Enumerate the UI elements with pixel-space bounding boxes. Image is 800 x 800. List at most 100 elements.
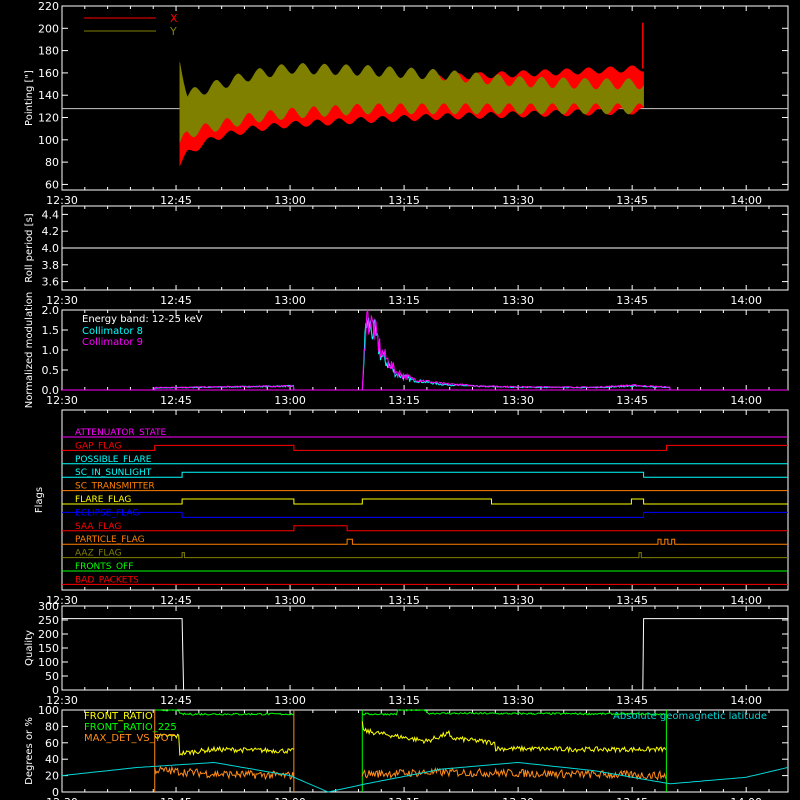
telemetry-chart-figure: 12:30 12:45 13:00 13:15 13:30 13:45 14:00 12:30… [24, 0, 789, 800]
x-tick-label: 14:00 [730, 294, 762, 307]
x-tick-label: 13:45 [616, 796, 648, 800]
y-axis-label: Roll period [s] [24, 213, 35, 282]
flag-label: BAD_PACKETS [75, 575, 139, 585]
y-tick-label: 20 [45, 770, 59, 783]
x-tick-label: 14:00 [730, 694, 762, 707]
y-tick-label: 150 [38, 642, 59, 655]
flag-trace-saa-flag [62, 525, 788, 532]
x-tick-label: 13:30 [502, 194, 534, 207]
x-tick-label: 13:15 [388, 594, 420, 607]
x-tick-label: 13:15 [388, 194, 420, 207]
y-tick-label: 60 [45, 737, 59, 750]
legend-label-front-ratio: FRONT_RATIO [84, 711, 153, 722]
energy-band-annotation: Energy band: 12-25 keV [82, 314, 203, 325]
panel-flags: 12:30 12:45 13:00 13:15 13:30 13:45 14:00 [46, 409, 789, 607]
flag-trace-aaz-flag [62, 552, 788, 559]
x-tick-label: 13:45 [616, 194, 648, 207]
y-tick-label: 100 [38, 134, 59, 147]
x-tick-label: 13:30 [502, 796, 534, 800]
y-axis-label: Pointing ["] [24, 70, 35, 126]
y-tick-label: 0 [52, 684, 59, 697]
y-tick-label: 0 [52, 786, 59, 799]
flag-label: FRONTS_OFF [75, 562, 133, 572]
y-tick-label: 120 [38, 112, 59, 125]
y-tick-label: 60 [45, 178, 59, 191]
x-tick-label: 14:00 [730, 194, 762, 207]
y-tick-label: 180 [38, 45, 59, 58]
flag-trace-particle-flag [62, 538, 788, 545]
x-tick-label: 13:45 [616, 294, 648, 307]
y-tick-label: 300 [38, 600, 59, 613]
y-axis-label: Normalized modulation [24, 292, 35, 409]
x-tick-label: 14:00 [730, 594, 762, 607]
x-tick-label: 13:00 [274, 394, 306, 407]
x-tick-label: 13:30 [502, 594, 534, 607]
y-tick-label: 250 [38, 614, 59, 627]
x-tick-label: 14:00 [730, 796, 762, 800]
y-axis-label: Flags [34, 487, 45, 513]
x-tick-label: 12:45 [160, 796, 192, 800]
panel-roll: 12:30 12:45 13:00 13:15 13:30 13:45 14:00 [46, 205, 789, 307]
y-tick-label: 1.0 [42, 344, 60, 357]
legend-label-x: X [170, 12, 178, 25]
panel-quality: 12:30 12:45 13:00 13:15 13:30 13:45 14:00 [46, 605, 789, 707]
x-tick-label: 13:30 [502, 394, 534, 407]
x-tick-label: 13:45 [616, 394, 648, 407]
flag-label: POSSIBLE_FLARE [75, 455, 152, 465]
x-tick-label: 13:30 [502, 294, 534, 307]
ratio-trace-front-ratio [361, 721, 667, 754]
geomagnetic-latitude-line [61, 761, 789, 793]
x-tick-label: 13:00 [274, 294, 306, 307]
legend-label-front-ratio-225: FRONT_RATIO_225 [84, 722, 177, 733]
y-tick-label: 80 [45, 720, 59, 733]
x-tick-label: 13:00 [274, 594, 306, 607]
y-tick-label: 4.4 [42, 208, 60, 221]
flag-label: GAP_FLAG [75, 441, 121, 451]
y-tick-label: 0.0 [42, 384, 60, 397]
x-tick-label: 13:15 [388, 394, 420, 407]
x-tick-label: 12:45 [160, 694, 192, 707]
x-tick-label: 13:15 [388, 796, 420, 800]
y-tick-label: 4.2 [42, 225, 60, 238]
x-tick-label: 13:45 [616, 594, 648, 607]
geomagnetic-latitude-annotation: Absolute geomagnetic latitude [613, 711, 767, 722]
y-axis: 050100150200250300 Quality [24, 600, 788, 697]
y-tick-label: 100 [38, 656, 59, 669]
modulation-trace-collimator-8 [361, 317, 671, 391]
flag-label: FLARE_FLAG [75, 495, 131, 505]
flag-label: AAZ_FLAG [75, 549, 122, 559]
flag-label: PARTICLE_FLAG [75, 535, 145, 545]
x-tick-label: 12:45 [160, 594, 192, 607]
y-axis-label: Quality [24, 630, 35, 666]
y-tick-label: 200 [38, 22, 59, 35]
x-tick-label: 13:00 [274, 194, 306, 207]
flag-label: SC_TRANSMITTER [75, 482, 155, 492]
x-tick-label: 13:15 [388, 294, 420, 307]
y-tick-label: 0.5 [42, 364, 60, 377]
y-tick-label: 160 [38, 67, 59, 80]
x-tick-label: 13:00 [274, 796, 306, 800]
x-tick-label: 12:45 [160, 294, 192, 307]
quality-line [62, 618, 788, 691]
y-tick-label: 100 [38, 704, 59, 717]
y-tick-label: 80 [45, 156, 59, 169]
legend-label-max-det-vs-tot: MAX_DET_VS_TOT [84, 733, 176, 744]
x-tick-label: 13:00 [274, 694, 306, 707]
legend-label-collimator-8: Collimator 8 [82, 326, 143, 337]
y-tick-label: 3.6 [42, 276, 60, 289]
y-axis: 0.0 0.5 1.0 1.5 2.0 Normalized modulation [24, 292, 788, 409]
x-tick-label: 12:30 [46, 796, 78, 800]
ratio-trace-max-det-vs-tot [361, 767, 667, 781]
y-tick-label: 2.0 [42, 304, 60, 317]
y-tick-label: 3.8 [42, 259, 60, 272]
flag-label: ATTENUATOR_STATE [75, 428, 167, 438]
flag-trace-eclipse-flag [62, 511, 788, 518]
legend-label-y: Y [169, 25, 177, 38]
y-tick-label: 1.5 [42, 324, 60, 337]
y-tick-label: 4.0 [42, 242, 60, 255]
flag-trace-gap-flag [62, 444, 788, 451]
y-tick-label: 220 [38, 0, 59, 13]
x-tick-label: 13:30 [502, 694, 534, 707]
ratio-trace-front-ratio [154, 733, 295, 757]
y-tick-label: 50 [45, 670, 59, 683]
